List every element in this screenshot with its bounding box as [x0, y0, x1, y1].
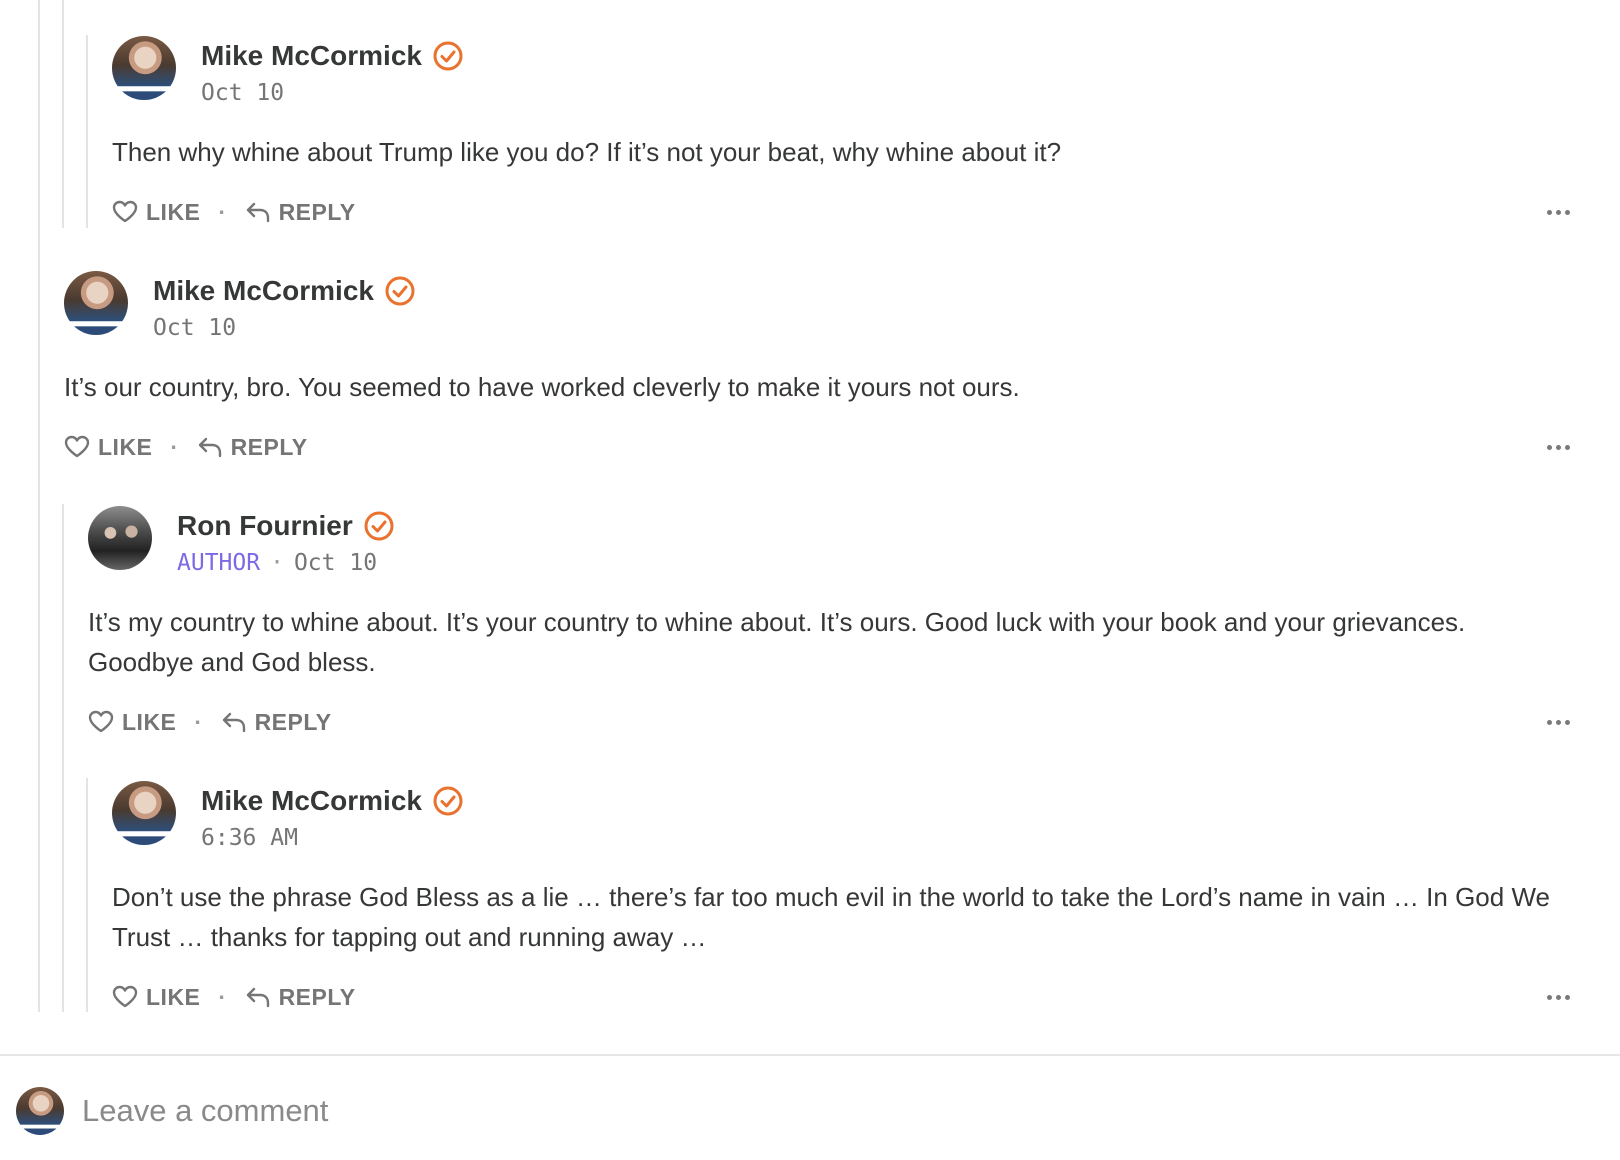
comment-body: Then why whine about Trump like you do? …	[112, 137, 1062, 167]
thread-line-outer	[38, 0, 40, 1012]
like-label: LIKE	[146, 198, 201, 225]
avatar[interactable]	[88, 506, 152, 570]
like-button[interactable]: LIKE	[112, 984, 200, 1011]
heart-icon	[112, 985, 138, 1008]
verified-check-icon	[364, 511, 394, 541]
heart-icon	[112, 200, 138, 223]
comment-author[interactable]: Ron Fournier	[177, 510, 353, 542]
reply-arrow-icon	[246, 987, 269, 1008]
like-button[interactable]: LIKE	[88, 709, 176, 736]
comment-author[interactable]: Mike McCormick	[201, 785, 422, 817]
divider	[0, 1054, 1620, 1056]
thread-line-level2b	[62, 504, 64, 1012]
comment-body: It’s my country to whine about. It’s you…	[88, 607, 1466, 677]
avatar[interactable]	[112, 36, 176, 100]
more-options-icon[interactable]	[1547, 714, 1570, 731]
more-options-icon[interactable]	[1547, 204, 1570, 221]
reply-label: REPLY	[230, 433, 308, 460]
thread-line-level3b	[86, 778, 88, 1012]
thread-line-level2	[62, 0, 64, 228]
reply-label: REPLY	[278, 983, 356, 1010]
separator-dot: ·	[194, 708, 203, 735]
reply-button[interactable]: REPLY	[245, 199, 356, 226]
comment: Mike McCormick 6:36 AM Don’t use the phr…	[112, 781, 1570, 1015]
verified-check-icon	[433, 786, 463, 816]
comment-date[interactable]: Oct 10	[153, 315, 236, 341]
verified-check-icon	[433, 41, 463, 71]
comment-body: Don’t use the phrase God Bless as a lie …	[112, 882, 1550, 952]
heart-icon	[88, 710, 114, 733]
comment-input[interactable]	[80, 1092, 1384, 1130]
separator-dot: ·	[170, 433, 179, 460]
comment-author[interactable]: Mike McCormick	[201, 40, 422, 72]
separator-dot: ·	[218, 983, 227, 1010]
comment-date[interactable]: Oct 10	[201, 80, 284, 106]
reply-button[interactable]: REPLY	[197, 434, 308, 461]
comment-author[interactable]: Mike McCormick	[153, 275, 374, 307]
more-options-icon[interactable]	[1547, 439, 1570, 456]
verified-check-icon	[385, 276, 415, 306]
like-button[interactable]: LIKE	[112, 199, 200, 226]
reply-arrow-icon	[198, 437, 221, 458]
avatar[interactable]	[64, 271, 128, 335]
comment: Mike McCormick Oct 10 Then why whine abo…	[112, 36, 1570, 230]
current-user-avatar	[16, 1087, 64, 1135]
reply-arrow-icon	[246, 202, 269, 223]
thread-line-level3	[86, 35, 88, 228]
author-badge: AUTHOR	[177, 550, 261, 576]
comment-date[interactable]: 6:36 AM	[201, 825, 298, 851]
like-button[interactable]: LIKE	[64, 434, 152, 461]
separator-dot: ·	[270, 550, 284, 576]
separator-dot: ·	[218, 198, 227, 225]
like-label: LIKE	[98, 433, 153, 460]
comment-date[interactable]: Oct 10	[294, 550, 377, 576]
comment: Ron Fournier AUTHOR · Oct 10 It’s my count…	[88, 506, 1570, 740]
reply-button[interactable]: REPLY	[221, 709, 332, 736]
reply-arrow-icon	[222, 712, 245, 733]
reply-label: REPLY	[254, 708, 332, 735]
like-label: LIKE	[146, 983, 201, 1010]
heart-icon	[64, 435, 90, 458]
like-label: LIKE	[122, 708, 177, 735]
comment-body: It’s our country, bro. You seemed to hav…	[64, 372, 1020, 402]
avatar[interactable]	[112, 781, 176, 845]
reply-button[interactable]: REPLY	[245, 984, 356, 1011]
more-options-icon[interactable]	[1547, 989, 1570, 1006]
comment: Mike McCormick Oct 10 It’s our country, …	[64, 271, 1570, 465]
reply-label: REPLY	[278, 198, 356, 225]
comment-composer	[16, 1087, 1384, 1135]
